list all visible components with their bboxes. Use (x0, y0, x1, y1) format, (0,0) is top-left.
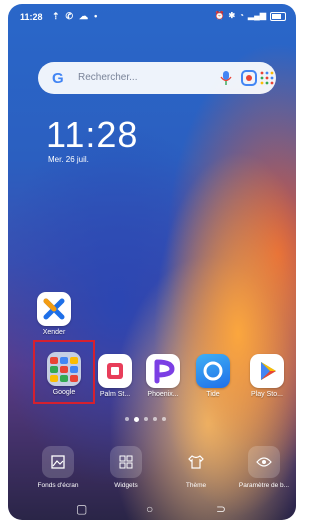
signal-icon: ▂▄▆ (248, 11, 266, 20)
palm-store-icon (98, 354, 132, 388)
navigation-bar: ▢ ○ ⊃ (8, 500, 296, 518)
page-dot (144, 417, 148, 421)
status-time: 11:28 (20, 12, 43, 22)
folder-icon (47, 352, 81, 386)
app-label: Palm St... (99, 391, 131, 398)
recent-apps-icon[interactable]: ▢ (76, 502, 87, 516)
dot-icon: • (94, 11, 98, 21)
page-dot (125, 417, 129, 421)
google-lens-icon[interactable] (241, 70, 257, 86)
clock-date: Mer. 26 juil. (48, 155, 89, 164)
bird-icon: ☁ (79, 11, 89, 21)
dock-wallpapers[interactable]: Fonds d'écran (28, 446, 88, 489)
app-label: Phoenix... (147, 391, 179, 398)
app-phoenix[interactable]: Phoenix... (140, 354, 186, 398)
page-indicator (125, 417, 166, 422)
wifi-icon: ◔ (239, 11, 245, 20)
search-input[interactable]: Rechercher... (78, 72, 137, 83)
alarm-icon: ⏰ (214, 11, 225, 20)
play-store-icon (250, 354, 284, 388)
app-play-store[interactable]: Play Sto... (242, 354, 292, 398)
google-logo-icon: G (52, 70, 64, 87)
home-icon[interactable]: ○ (146, 502, 153, 516)
app-label: Tide (206, 391, 220, 398)
status-bar: 11:28 ⇡ ✆ ☁ • ⏰ ✱ ◔ ▂▄▆ (8, 4, 296, 30)
dock-label: Widgets (114, 482, 138, 489)
dock-label: Fonds d'écran (37, 482, 79, 489)
upload-icon: ⇡ (52, 11, 60, 21)
phoenix-icon (146, 354, 180, 388)
app-label: Xender (42, 329, 66, 336)
app-label: Play Sto... (251, 391, 283, 398)
app-palm-store[interactable]: Palm St... (92, 354, 138, 398)
google-search-bar[interactable]: G Rechercher... (38, 62, 276, 94)
page-dot-active (134, 417, 139, 422)
back-icon[interactable]: ⊃ (216, 502, 226, 516)
apps-grid-icon[interactable] (260, 71, 274, 85)
shirt-icon (180, 446, 212, 478)
dock-theme[interactable]: Thème (166, 446, 226, 489)
microphone-icon[interactable] (220, 70, 232, 86)
tide-icon (196, 354, 230, 388)
app-label: Google (52, 389, 76, 396)
dock-settings[interactable]: Paramètre de b... (234, 446, 294, 489)
eye-icon (248, 446, 280, 478)
dock-widgets[interactable]: Widgets (96, 446, 156, 489)
clock-time: 11:28 (46, 114, 139, 155)
home-screen: 11:28 ⇡ ✆ ☁ • ⏰ ✱ ◔ ▂▄▆ G Rechercher... (8, 4, 296, 520)
app-xender[interactable]: Xender (34, 292, 74, 336)
whatsapp-icon: ✆ (65, 11, 74, 21)
battery-icon (270, 12, 286, 21)
page-dot (162, 417, 166, 421)
dock-label: Thème (185, 482, 207, 489)
page-dot (153, 417, 157, 421)
image-icon (42, 446, 74, 478)
bluetooth-icon: ✱ (228, 11, 236, 20)
xender-icon (37, 292, 71, 326)
widgets-icon (110, 446, 142, 478)
app-tide[interactable]: Tide (190, 354, 236, 398)
app-folder-google[interactable]: Google (36, 352, 92, 396)
dock-label: Paramètre de b... (238, 482, 290, 489)
